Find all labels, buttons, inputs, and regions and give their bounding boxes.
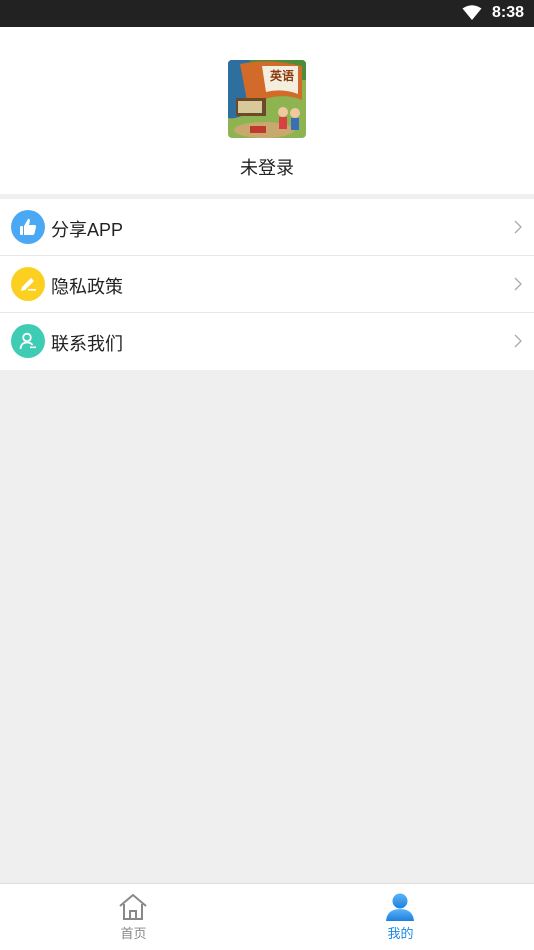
user-icon — [386, 893, 414, 921]
menu-item-contact-us[interactable]: 联系我们 — [0, 313, 534, 370]
menu-item-label: 分享APP — [51, 220, 124, 240]
pencil-icon — [11, 267, 45, 301]
textbook-cover-icon: 英语 — [228, 60, 306, 138]
avatar[interactable]: 英语 — [228, 60, 306, 138]
status-time: 8:38 — [491, 4, 524, 21]
tab-label: 首页 — [120, 926, 147, 941]
tab-home[interactable]: 首页 — [0, 884, 267, 950]
tab-label: 我的 — [387, 926, 414, 941]
chevron-right-icon — [514, 277, 522, 291]
menu-item-share-app[interactable]: 分享APP — [0, 199, 534, 256]
home-icon — [119, 893, 147, 920]
chevron-right-icon — [514, 334, 522, 348]
settings-menu: 分享APP 隐私政策 联系我们 — [0, 199, 534, 370]
tab-mine[interactable]: 我的 — [267, 884, 534, 950]
username-label[interactable]: 未登录 — [0, 154, 534, 180]
chevron-right-icon — [514, 220, 522, 234]
thumbs-up-icon — [11, 210, 45, 244]
bottom-tab-bar: 首页 我的 — [0, 883, 534, 950]
profile-header: 英语 未登录 — [0, 27, 534, 194]
wifi-icon — [462, 5, 482, 20]
menu-item-privacy-policy[interactable]: 隐私政策 — [0, 256, 534, 313]
menu-item-label: 联系我们 — [51, 334, 123, 354]
svg-text:英语: 英语 — [270, 68, 294, 83]
contact-person-icon — [11, 324, 45, 358]
menu-item-label: 隐私政策 — [51, 277, 123, 297]
status-bar: 8:38 — [0, 0, 534, 27]
